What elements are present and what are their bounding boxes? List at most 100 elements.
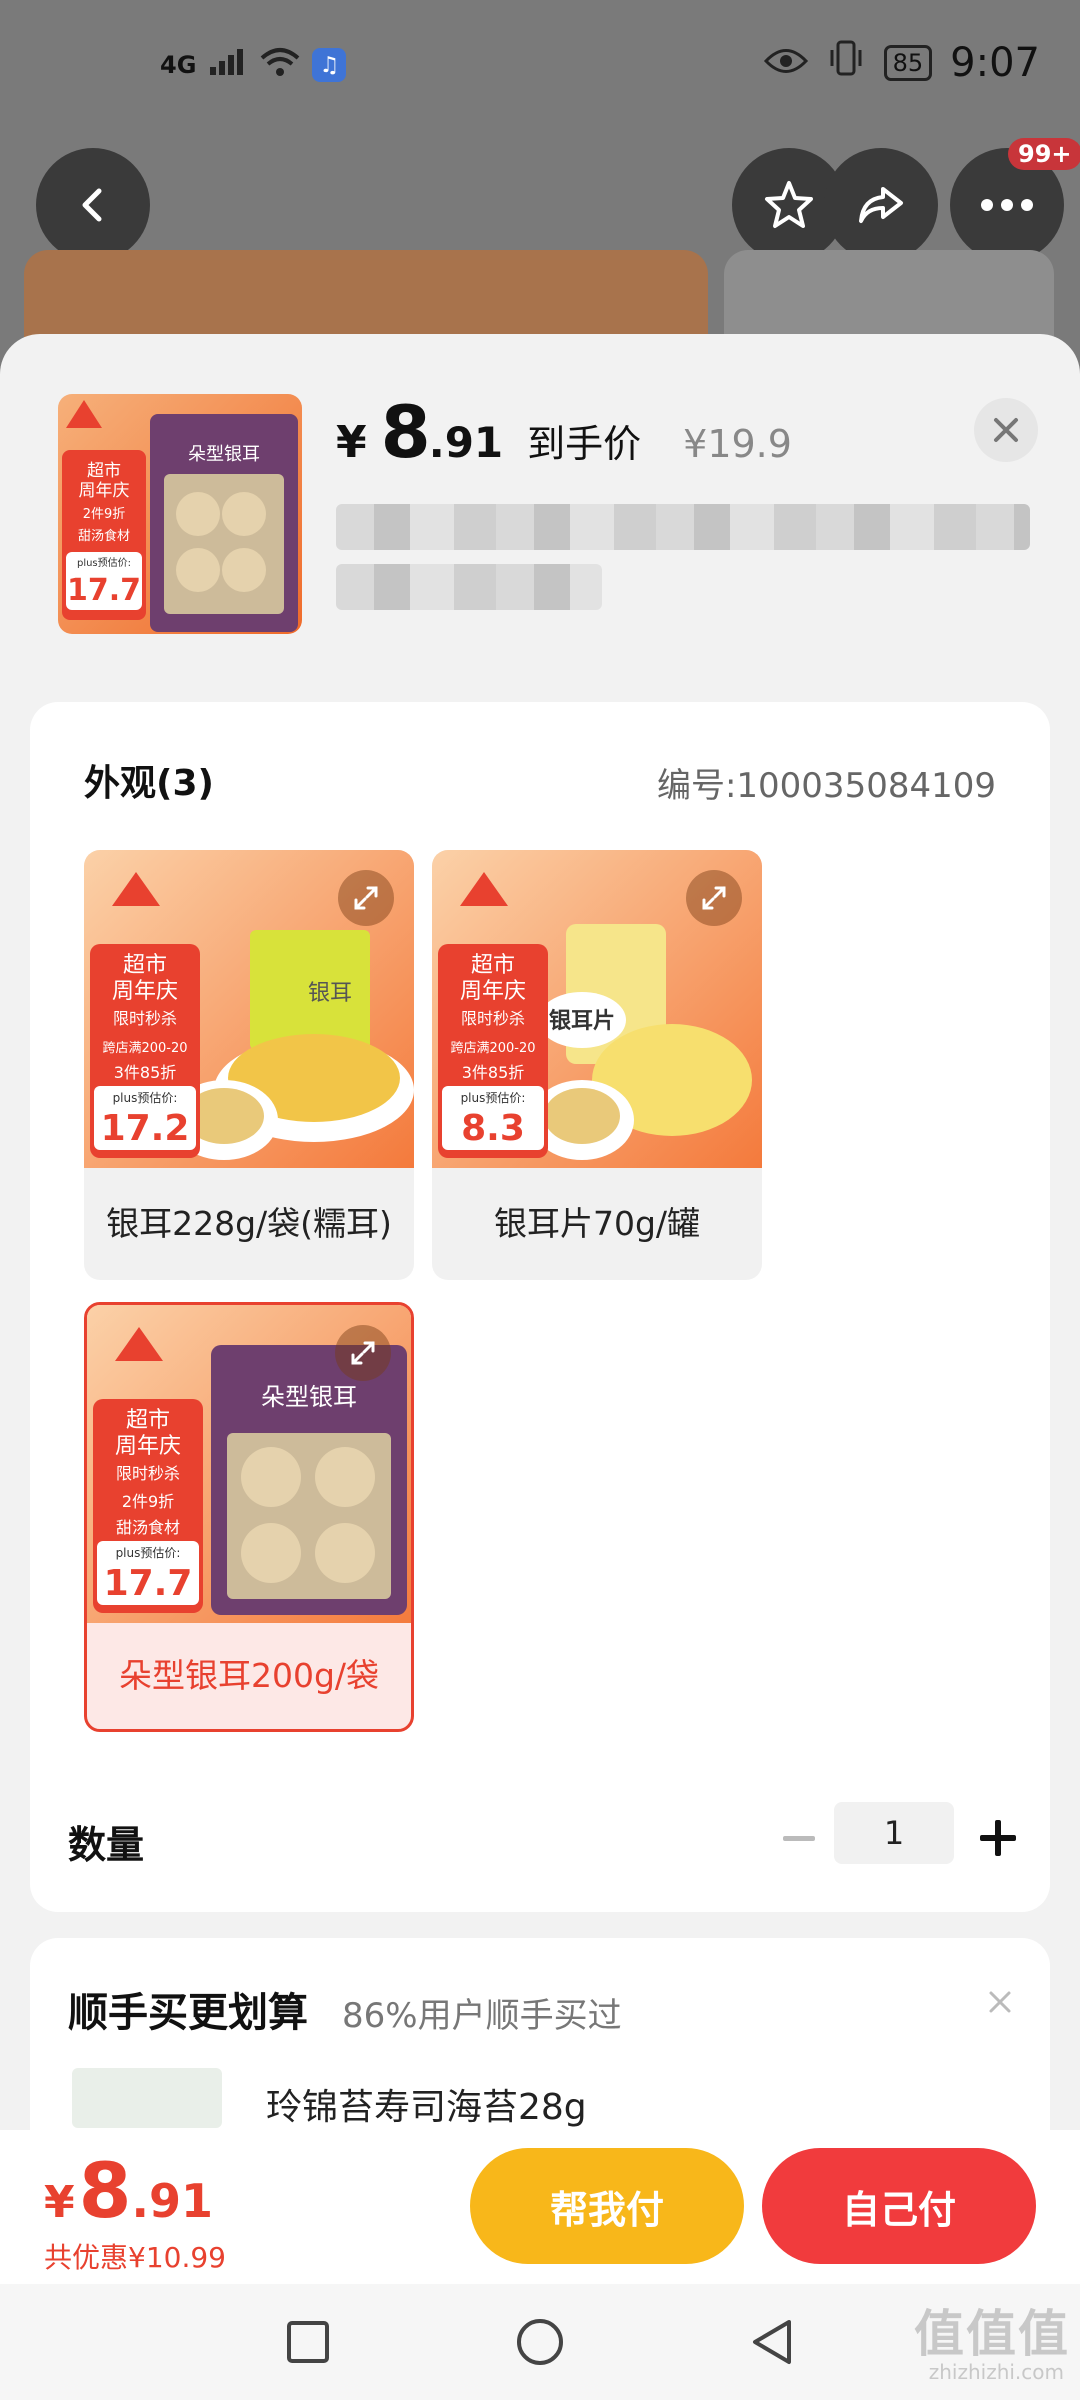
thumb-promo-l4: 甜汤食材 bbox=[78, 528, 130, 544]
opt1-promo-4: 跨店满200-20 bbox=[102, 1041, 187, 1056]
home-button[interactable] bbox=[508, 2310, 572, 2374]
expand-icon bbox=[354, 886, 378, 910]
upsell-item-thumbnail[interactable] bbox=[72, 2068, 222, 2128]
close-sheet-button[interactable] bbox=[974, 398, 1038, 462]
discount-total: 共优惠¥10.99 bbox=[44, 2241, 226, 2274]
opt1-product-tag: 银耳 bbox=[308, 981, 352, 1006]
price-label: 到手价 bbox=[527, 422, 642, 466]
footer-currency: ¥ bbox=[44, 2177, 75, 2228]
minus-icon bbox=[783, 1836, 815, 1841]
watermark-url: zhizhizhi.com bbox=[928, 2360, 1064, 2384]
blurred-product-title bbox=[336, 504, 1030, 550]
close-icon bbox=[994, 418, 1018, 442]
opt3-promo-2: 周年庆 bbox=[115, 1434, 181, 1459]
opt3-product-tag: 朵型银耳 bbox=[261, 1383, 357, 1411]
opt3-promo-4: 2件9折 bbox=[122, 1492, 174, 1511]
footer-price-integer: 8 bbox=[78, 2146, 132, 2235]
checkout-footer: ¥ 8 .91 共优惠¥10.99 帮我付 自己付 bbox=[0, 2130, 1080, 2284]
clock: 9:07 bbox=[950, 40, 1040, 86]
share-button[interactable] bbox=[824, 148, 938, 262]
network-label: 4G bbox=[160, 51, 197, 79]
opt2-promo-3: 限时秒杀 bbox=[461, 1009, 525, 1028]
footer-price: ¥ 8 .91 bbox=[44, 2146, 213, 2235]
status-bar: 4G ♫ 85 9:07 bbox=[0, 0, 1080, 130]
triangle-back-icon bbox=[753, 2320, 791, 2364]
opt1-plus-price: 17.2 bbox=[101, 1108, 190, 1149]
watermark: 值值值 bbox=[914, 2305, 1070, 2363]
expand-button[interactable] bbox=[335, 1325, 391, 1381]
sku-option-label: 银耳228g/袋(糯耳) bbox=[106, 1204, 392, 1243]
share-icon bbox=[859, 187, 903, 223]
opt1-promo-3: 限时秒杀 bbox=[113, 1009, 177, 1028]
expand-button[interactable] bbox=[338, 870, 394, 926]
footer-price-decimal: .91 bbox=[131, 2174, 214, 2228]
opt2-plus-price: 8.3 bbox=[461, 1108, 525, 1149]
opt3-plus-label: plus预估价: bbox=[116, 1546, 181, 1560]
opt2-promo-5: 3件85折 bbox=[462, 1063, 525, 1082]
price-currency: ¥ bbox=[336, 417, 367, 468]
wifi-icon bbox=[260, 46, 300, 84]
upsell-item-title[interactable]: 玲锦苔寿司海苔28g bbox=[266, 2078, 587, 2130]
opt1-promo-1: 超市 bbox=[123, 953, 167, 978]
thumb-plus-price: 17.7 bbox=[67, 573, 141, 608]
expand-button[interactable] bbox=[686, 870, 742, 926]
opt1-promo-5: 3件85折 bbox=[114, 1063, 177, 1082]
back-button[interactable] bbox=[36, 148, 150, 262]
opt2-plus-label: plus预估价: bbox=[461, 1091, 526, 1105]
opt2-promo-2: 周年庆 bbox=[460, 979, 526, 1004]
vibrate-icon bbox=[826, 40, 866, 86]
opt2-product-tag: 银耳片 bbox=[549, 1009, 615, 1034]
thumb-promo-l1: 超市 bbox=[87, 461, 121, 481]
upsell-subtitle: 86%用户顺手买过 bbox=[342, 1996, 622, 2036]
square-icon bbox=[287, 2321, 329, 2363]
thumb-product-name: 朵型银耳 bbox=[188, 444, 260, 465]
plus-icon bbox=[980, 1820, 1016, 1856]
opt1-promo-2: 周年庆 bbox=[112, 979, 178, 1004]
original-price: ¥19.9 bbox=[683, 422, 792, 466]
sku-option-2[interactable]: 超市 周年庆 限时秒杀 跨店满200-20 3件85折 plus预估价: 8.3… bbox=[432, 850, 762, 1280]
sku-option-1[interactable]: 超市 周年庆 限时秒杀 跨店满200-20 3件85折 plus预估价: 17.… bbox=[84, 850, 414, 1280]
price-row: ¥ 8 .91 到手价 ¥19.9 bbox=[336, 390, 792, 474]
star-icon bbox=[765, 181, 813, 228]
upsell-close-button[interactable] bbox=[980, 1982, 1020, 2022]
help-me-pay-button[interactable]: 帮我付 bbox=[470, 2148, 744, 2264]
status-right: 85 9:07 bbox=[763, 40, 1040, 86]
opt3-promo-3: 限时秒杀 bbox=[116, 1464, 180, 1483]
sku-option-label: 银耳片70g/罐 bbox=[493, 1204, 701, 1243]
opt3-promo-5: 甜汤食材 bbox=[116, 1518, 180, 1537]
sku-code: 编号:100035084109 bbox=[656, 766, 996, 806]
opt3-plus-price: 17.7 bbox=[104, 1563, 193, 1604]
opt1-plus-label: plus预估价: bbox=[113, 1091, 178, 1105]
opt2-promo-4: 跨店满200-20 bbox=[450, 1041, 535, 1056]
recents-button[interactable] bbox=[276, 2310, 340, 2374]
quantity-input[interactable]: 1 bbox=[834, 1802, 954, 1864]
quantity-label: 数量 bbox=[68, 1823, 145, 1867]
expand-icon bbox=[351, 1341, 375, 1365]
quantity-decrease-button[interactable] bbox=[774, 1814, 824, 1864]
signal-icon bbox=[208, 47, 248, 83]
upsell-title: 顺手买更划算 bbox=[68, 1990, 308, 2036]
price-integer: 8 bbox=[380, 390, 431, 474]
sku-selector-sheet: 超市 周年庆 2件9折 甜汤食材 plus预估价: 17.7 朵型银耳 ¥ 8 … bbox=[0, 334, 1080, 2284]
sku-option-3-selected[interactable]: 超市 周年庆 限时秒杀 2件9折 甜汤食材 plus预估价: 17.7 朵型银耳… bbox=[84, 1302, 414, 1732]
expand-icon bbox=[702, 886, 726, 910]
thumb-plus-label: plus预估价: bbox=[77, 556, 131, 569]
music-app-icon: ♫ bbox=[312, 48, 347, 82]
thumb-promo-l3: 2件9折 bbox=[83, 507, 126, 522]
system-navigation-bar: 值值值 zhizhizhi.com bbox=[0, 2284, 1080, 2400]
notification-badge: 99+ bbox=[1008, 138, 1080, 170]
quantity-increase-button[interactable] bbox=[970, 1810, 1026, 1866]
appearance-title: 外观(3) bbox=[84, 763, 214, 804]
pay-myself-button[interactable]: 自己付 bbox=[762, 2148, 1036, 2264]
blurred-product-title-2 bbox=[336, 564, 602, 610]
back-nav-button[interactable] bbox=[740, 2310, 804, 2374]
opt3-promo-1: 超市 bbox=[126, 1408, 170, 1433]
status-left: 4G ♫ bbox=[160, 46, 347, 84]
more-dots-icon bbox=[981, 199, 1033, 211]
thumb-promo-l2: 周年庆 bbox=[79, 481, 130, 501]
chevron-left-icon bbox=[82, 188, 102, 222]
eye-icon bbox=[763, 40, 808, 86]
close-icon bbox=[989, 1991, 1011, 2013]
battery-indicator: 85 bbox=[883, 45, 933, 81]
selected-product-thumbnail[interactable]: 超市 周年庆 2件9折 甜汤食材 plus预估价: 17.7 朵型银耳 bbox=[58, 394, 302, 634]
